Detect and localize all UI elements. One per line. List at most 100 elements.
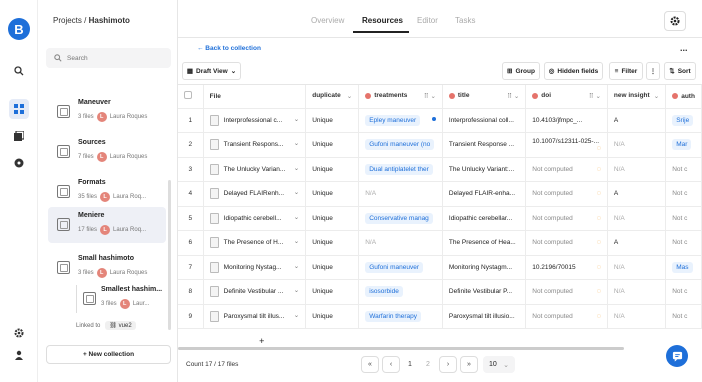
table-row[interactable]: 2 Transient Respons... ⌄ Unique Gufoni maneu…	[178, 132, 702, 158]
column-header-title[interactable]: title ⠿ ⌄	[442, 85, 527, 109]
new-insight-cell[interactable]: A	[607, 181, 667, 207]
column-menu-icon[interactable]: ⠿ ⌄	[507, 92, 519, 100]
table-horizontal-scrollbar[interactable]	[178, 347, 624, 350]
next-page-button[interactable]: ›	[439, 356, 457, 373]
file-cell[interactable]: The Presence of H... ⌄	[203, 230, 307, 256]
table-row[interactable]: 3 The Unlucky Varian... ⌄ Unique Dual antipl…	[178, 157, 702, 182]
tab-editor[interactable]: Editor	[417, 16, 438, 25]
auth-cell[interactable]: Not c	[665, 181, 702, 207]
table-row[interactable]: 9 Paroxysmal tilt illus... ⌄ Unique Warfarin…	[178, 304, 702, 329]
sort-button[interactable]: ⇅ Sort	[664, 62, 696, 80]
doi-cell[interactable]: Not computed ◌	[525, 304, 608, 329]
table-row[interactable]: 6 The Presence of H... ⌄ Unique N/A The Prese…	[178, 230, 702, 256]
file-cell[interactable]: Transient Respons... ⌄	[203, 132, 307, 158]
first-page-button[interactable]: «	[361, 356, 379, 373]
column-header-auth[interactable]: auth	[665, 85, 702, 109]
treatments-cell[interactable]: Dual antiplatelet ther	[358, 157, 443, 182]
chevron-down-icon[interactable]: ⌄	[294, 115, 299, 123]
page-size-select[interactable]: 10 ⌄	[483, 356, 515, 373]
page-2-button[interactable]: 2	[426, 361, 430, 368]
table-row[interactable]: 1 Interprofessional c... ⌄ Unique Epley mane…	[178, 108, 702, 133]
column-menu-icon[interactable]: ⠿ ⌄	[424, 92, 436, 100]
prev-page-button[interactable]: ‹	[382, 356, 400, 373]
file-cell[interactable]: Definite Vestibular ... ⌄	[203, 279, 307, 305]
collection-item-meniere[interactable]: Meniere 17 files L Laura Roq...	[48, 207, 166, 243]
doi-cell[interactable]: Not computed ◌	[525, 181, 608, 207]
duplicate-cell[interactable]: Unique	[305, 206, 360, 231]
settings-icon[interactable]	[9, 323, 29, 343]
new-insight-cell[interactable]: N/A	[607, 255, 667, 280]
tab-overview[interactable]: Overview	[311, 16, 344, 25]
title-cell[interactable]: The Unlucky Variant:...	[442, 157, 527, 182]
title-cell[interactable]: Idiopathic cerebellar...	[442, 206, 527, 231]
chevron-down-icon[interactable]: ⌄	[294, 237, 299, 245]
chevron-down-icon[interactable]: ⌄	[294, 139, 299, 147]
doi-cell[interactable]: 10.4103/jfmpc_...	[525, 108, 608, 133]
chevron-down-icon[interactable]: ⌄	[294, 286, 299, 294]
subcollection-item[interactable]: Smallest hashim... 3 files L Laur...	[77, 281, 165, 317]
auth-cell[interactable]: Mas	[665, 255, 702, 280]
breadcrumb-root[interactable]: Projects	[53, 16, 82, 25]
chevron-down-icon[interactable]: ⌄	[294, 311, 299, 319]
treatments-cell[interactable]: Gufoni maneuver	[358, 255, 443, 280]
title-cell[interactable]: Interprofessional coll...	[442, 108, 527, 133]
column-header-doi[interactable]: doi ⠿ ⌄	[525, 85, 608, 109]
duplicate-cell[interactable]: Unique	[305, 108, 360, 133]
treatments-cell[interactable]: Epley maneuver	[358, 108, 443, 133]
doi-cell[interactable]: 10.1007/s12311-025-... ◌	[525, 132, 608, 158]
app-logo[interactable]: B	[8, 18, 30, 40]
new-insight-cell[interactable]: N/A	[607, 132, 667, 158]
auth-cell[interactable]: Mar	[665, 132, 702, 158]
auth-cell[interactable]: Not c	[665, 157, 702, 182]
chevron-down-icon[interactable]: ⌄	[294, 262, 299, 270]
chevron-down-icon[interactable]: ⌄	[294, 164, 299, 172]
new-insight-cell[interactable]: A	[607, 108, 667, 133]
new-insight-cell[interactable]: A	[607, 230, 667, 256]
subcollection-smallest-hashimoto[interactable]: Smallest hashim... 3 files L Laur...	[76, 285, 164, 313]
tab-tasks[interactable]: Tasks	[455, 16, 475, 25]
duplicate-cell[interactable]: Unique	[305, 230, 360, 256]
settings-button[interactable]	[664, 11, 686, 31]
auth-cell[interactable]: Srije	[665, 108, 702, 133]
file-cell[interactable]: Delayed FLAIRenh... ⌄	[203, 181, 307, 207]
table-row[interactable]: 4 Delayed FLAIRenh... ⌄ Unique N/A Delayed FL…	[178, 181, 702, 207]
sidebar-scrollbar[interactable]	[168, 180, 171, 330]
chevron-down-icon[interactable]: ⌄	[294, 188, 299, 196]
column-header-duplicate[interactable]: duplicate ⌄	[305, 85, 360, 109]
column-header-file[interactable]: File	[203, 85, 307, 109]
file-cell[interactable]: Idiopathic cerebell... ⌄	[203, 206, 307, 231]
select-all-checkbox[interactable]	[178, 85, 204, 109]
title-cell[interactable]: Paroxysmal tilt illusio...	[442, 304, 527, 329]
collections-icon[interactable]	[9, 126, 29, 146]
column-header-new-insight[interactable]: new insight ⌄	[607, 85, 667, 109]
doi-cell[interactable]: Not computed ◌	[525, 157, 608, 182]
new-insight-cell[interactable]: N/A	[607, 279, 667, 305]
doi-cell[interactable]: 10.2196/70015 ◌	[525, 255, 608, 280]
title-cell[interactable]: The Presence of Hea...	[442, 230, 527, 256]
filter-button[interactable]: ≡ Filter	[609, 62, 643, 80]
auth-cell[interactable]: Not c	[665, 279, 702, 305]
title-cell[interactable]: Transient Response ...	[442, 132, 527, 158]
new-insight-cell[interactable]: N/A	[607, 304, 667, 329]
add-row-button[interactable]: +	[203, 329, 306, 346]
doi-cell[interactable]: Not computed ◌	[525, 279, 608, 305]
page-1-button[interactable]: 1	[408, 361, 412, 368]
auth-cell[interactable]: Not c	[665, 230, 702, 256]
duplicate-cell[interactable]: Unique	[305, 132, 360, 158]
duplicate-cell[interactable]: Unique	[305, 255, 360, 280]
collection-search[interactable]	[46, 48, 171, 68]
column-menu-icon[interactable]: ⌄	[654, 92, 659, 100]
duplicate-cell[interactable]: Unique	[305, 304, 360, 329]
treatments-cell[interactable]: N/A	[358, 181, 443, 207]
title-cell[interactable]: Monitoring Nystagm...	[442, 255, 527, 280]
file-cell[interactable]: Monitoring Nystag... ⌄	[203, 255, 307, 280]
duplicate-cell[interactable]: Unique	[305, 181, 360, 207]
toolbar-kebab-button[interactable]: ⋮	[646, 62, 660, 80]
search-icon[interactable]	[9, 61, 29, 81]
auth-cell[interactable]: Not c	[665, 304, 702, 329]
duplicate-cell[interactable]: Unique	[305, 279, 360, 305]
hidden-fields-button[interactable]: ◎ Hidden fields	[544, 62, 603, 80]
column-header-treatments[interactable]: treatments ⠿ ⌄	[358, 85, 443, 109]
file-cell[interactable]: Paroxysmal tilt illus... ⌄	[203, 304, 307, 329]
group-button[interactable]: ⊞ Group	[502, 62, 540, 80]
